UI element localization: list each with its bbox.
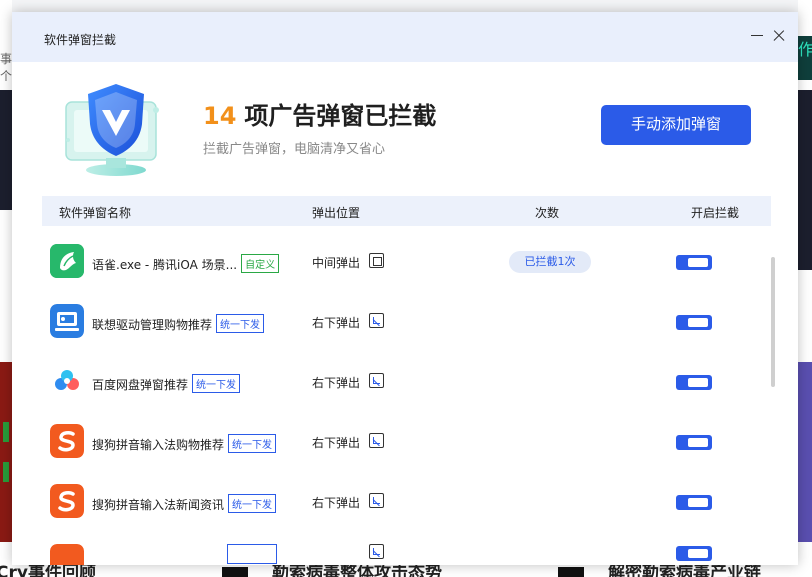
popup-position: 中间弹出 [312,256,361,270]
lenovo-app-icon [50,304,84,338]
block-toggle[interactable] [676,255,712,270]
background-green-mark [3,422,9,442]
table-row[interactable]: 搜狗拼音输入法购物推荐 统一下发 右下弹出 [42,412,771,472]
background-left-strip: 事个 [0,0,12,577]
shield-icon [65,84,159,176]
popup-position: 右下弹出 [312,376,361,390]
tag-badge: 统一下发 [216,314,265,333]
sogou-pinyin-icon [50,544,84,565]
window-title: 软件弹窗拦截 [44,33,117,47]
block-toggle[interactable] [676,315,712,330]
app-name-text: 搜狗拼音输入法新闻资讯 [92,498,225,512]
column-header-count: 次数 [535,206,560,220]
background-left-text: 事个 [0,52,13,83]
app-name: 搜狗拼音输入法购物推荐 统一下发 [92,434,277,453]
tag-badge [227,544,277,564]
popup-list[interactable]: 语雀.exe - 腾讯iOA 场景... 自定义 中间弹出 已拦截1次 联想驱动管… [42,232,771,565]
column-header-position: 弹出位置 [312,206,361,220]
background-purple-block [798,362,812,542]
background-right-text: 作 [798,36,812,80]
block-toggle[interactable] [676,546,712,561]
table-row[interactable] [42,532,771,565]
bottom-right-popup-icon [369,433,384,448]
yuque-app-icon [50,244,84,278]
app-name: 语雀.exe - 腾讯iOA 场景... 自定义 [92,254,280,273]
background-dark-block [0,90,12,210]
dialog-content: 14 项广告弹窗已拦截 拦截广告弹窗，电脑清净又省心 手动添加弹窗 软件弹窗名称 … [22,62,788,565]
minimize-button[interactable] [747,26,767,46]
block-toggle[interactable] [676,495,712,510]
app-name: 搜狗拼音输入法新闻资讯 统一下发 [92,494,277,513]
popup-position: 右下弹出 [312,316,361,330]
app-name-text: 百度网盘弹窗推荐 [92,378,189,392]
popup-position: 右下弹出 [312,496,361,510]
app-name-text: 搜狗拼音输入法购物推荐 [92,438,225,452]
background-red-block [0,362,12,542]
popup-position: 右下弹出 [312,436,361,450]
block-toggle[interactable] [676,435,712,450]
tag-badge: 统一下发 [192,374,241,393]
add-popup-manually-button[interactable]: 手动添加弹窗 [601,105,751,145]
bottom-right-popup-icon [369,493,384,508]
table-header: 软件弹窗名称 弹出位置 次数 开启拦截 [42,196,771,226]
app-name-text: 联想驱动管理购物推荐 [92,318,213,332]
bottom-right-popup-icon [369,544,384,559]
background-dark-block [798,90,812,270]
tag-badge: 自定义 [241,254,280,273]
popup-block-dialog: 软件弹窗拦截 14 项广告弹窗已拦截 拦截广告弹窗，电脑清净又省心 手动添加弹窗… [12,12,798,565]
baidu-netdisk-icon [55,370,79,390]
headline-subtitle: 拦截广告弹窗，电脑清净又省心 [203,142,386,157]
app-name: 百度网盘弹窗推荐 统一下发 [92,374,241,393]
tag-badge: 统一下发 [228,434,277,453]
bottom-right-popup-icon [369,313,384,328]
blocked-times-badge: 已拦截1次 [509,251,591,273]
close-button[interactable] [769,26,789,46]
table-row[interactable]: 联想驱动管理购物推荐 统一下发 右下弹出 [42,292,771,352]
list-scrollbar[interactable] [771,257,775,387]
sogou-pinyin-icon [50,424,84,458]
column-header-enable: 开启拦截 [691,206,740,220]
tag-badge: 统一下发 [228,494,277,513]
table-row[interactable]: 语雀.exe - 腾讯iOA 场景... 自定义 中间弹出 已拦截1次 [42,232,771,292]
app-name-text: 语雀.exe - 腾讯iOA 场景... [92,258,238,272]
app-name: 联想驱动管理购物推荐 统一下发 [92,314,265,333]
blocked-count-headline: 14 项广告弹窗已拦截 [203,96,436,131]
table-row[interactable]: 搜狗拼音输入法新闻资讯 统一下发 右下弹出 [42,472,771,532]
bottom-right-popup-icon [369,373,384,388]
background-bottom-strip: Cry事件回顾 勒索病毒整体攻击态势 解密勒索病毒产业链 [0,563,812,577]
background-right-strip: 作 [798,0,812,577]
title-bar[interactable]: 软件弹窗拦截 [12,12,798,62]
blocked-count: 14 [203,102,237,130]
headline-text: 项广告弹窗已拦截 [244,102,437,130]
center-popup-icon [369,253,384,268]
sogou-pinyin-icon [50,484,84,518]
column-header-name: 软件弹窗名称 [59,206,132,220]
background-thumb [222,567,248,577]
background-green-mark [3,462,9,482]
table-row[interactable]: 百度网盘弹窗推荐 统一下发 右下弹出 [42,352,771,412]
background-thumb [558,567,584,577]
block-toggle[interactable] [676,375,712,390]
